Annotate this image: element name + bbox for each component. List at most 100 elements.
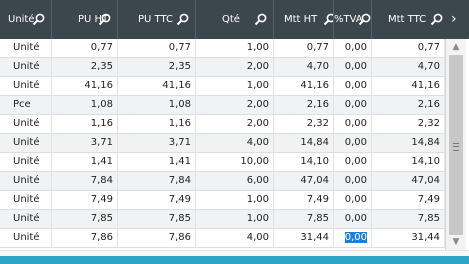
cell-pu-ht[interactable]: 3,71 (52, 134, 118, 153)
cell-mtt-ttc[interactable]: 0,77 (372, 39, 445, 58)
cell-unite[interactable]: Pce (0, 96, 52, 115)
cell-tva[interactable]: 0,00 (334, 58, 372, 77)
table-row[interactable]: Unité 1,41 1,41 10,00 14,10 0,00 14,10 (0, 153, 445, 172)
search-icon[interactable] (430, 13, 443, 26)
cell-pu-ht[interactable]: 0,77 (52, 39, 118, 58)
search-icon[interactable] (32, 13, 45, 26)
cell-qte[interactable]: 10,00 (196, 153, 274, 172)
cell-mtt-ttc[interactable]: 2,32 (372, 115, 445, 134)
cell-qte[interactable]: 6,00 (196, 172, 274, 191)
cell-tva[interactable]: 0,00 (334, 77, 372, 96)
cell-tva[interactable]: 0,00 (334, 229, 372, 248)
search-icon[interactable] (358, 13, 371, 26)
cell-pu-ht[interactable]: 7,84 (52, 172, 118, 191)
column-header-mtt-ttc[interactable]: Mtt TTC (372, 0, 445, 39)
cell-mtt-ht[interactable]: 41,16 (274, 77, 334, 96)
cell-pu-ttc[interactable]: 1,08 (118, 96, 196, 115)
cell-pu-ht[interactable]: 7,85 (52, 210, 118, 229)
cell-pu-ht[interactable]: 2,35 (52, 58, 118, 77)
cell-pu-ttc[interactable]: 41,16 (118, 77, 196, 96)
cell-mtt-ht[interactable]: 47,04 (274, 172, 334, 191)
cell-qte[interactable]: 2,00 (196, 115, 274, 134)
cell-unite[interactable]: Unité (0, 172, 52, 191)
cell-pu-ht[interactable]: 1,08 (52, 96, 118, 115)
cell-mtt-ht[interactable]: 14,10 (274, 153, 334, 172)
cell-unite[interactable]: Unité (0, 191, 52, 210)
cell-tva[interactable]: 0,00 (334, 39, 372, 58)
cell-mtt-ttc[interactable]: 7,85 (372, 210, 445, 229)
cell-tva[interactable]: 0,00 (334, 115, 372, 134)
cell-pu-ttc[interactable]: 3,71 (118, 134, 196, 153)
cell-qte[interactable]: 4,00 (196, 229, 274, 248)
cell-unite[interactable]: Unité (0, 39, 52, 58)
cell-mtt-ht[interactable]: 31,44 (274, 229, 334, 248)
cell-mtt-ht[interactable]: 0,77 (274, 39, 334, 58)
cell-unite[interactable]: Unité (0, 77, 52, 96)
scroll-thumb[interactable] (449, 55, 463, 235)
table-row[interactable]: Unité 3,71 3,71 4,00 14,84 0,00 14,84 (0, 134, 445, 153)
search-icon[interactable] (254, 13, 267, 26)
cell-unite[interactable]: Unité (0, 229, 52, 248)
cell-pu-ttc[interactable]: 7,85 (118, 210, 196, 229)
chevron-down-icon[interactable]: ▼ (448, 235, 464, 249)
cell-pu-ht[interactable]: 7,86 (52, 229, 118, 248)
cell-qte[interactable]: 1,00 (196, 210, 274, 229)
cell-mtt-ttc[interactable]: 47,04 (372, 172, 445, 191)
cell-mtt-ht[interactable]: 7,49 (274, 191, 334, 210)
table-row[interactable]: Unité 0,77 0,77 1,00 0,77 0,00 0,77 (0, 39, 445, 58)
cell-mtt-ttc[interactable]: 2,16 (372, 96, 445, 115)
cell-qte[interactable]: 1,00 (196, 77, 274, 96)
cell-pu-ttc[interactable]: 2,35 (118, 58, 196, 77)
table-row[interactable]: Pce 1,08 1,08 2,00 2,16 0,00 2,16 (0, 96, 445, 115)
cell-tva[interactable]: 0,00 (334, 153, 372, 172)
search-icon[interactable] (98, 13, 111, 26)
header-more-button[interactable]: › (445, 0, 469, 39)
cell-pu-ht[interactable]: 1,16 (52, 115, 118, 134)
column-header-pu-ttc[interactable]: PU TTC (118, 0, 196, 39)
cell-unite[interactable]: Unité (0, 134, 52, 153)
cell-unite[interactable]: Unité (0, 115, 52, 134)
cell-pu-ht[interactable]: 7,49 (52, 191, 118, 210)
column-header-mtt-ht[interactable]: Mtt HT (274, 0, 334, 39)
cell-mtt-ttc[interactable]: 31,44 (372, 229, 445, 248)
cell-pu-ttc[interactable]: 1,16 (118, 115, 196, 134)
table-row[interactable]: Unité 7,85 7,85 1,00 7,85 0,00 7,85 (0, 210, 445, 229)
cell-pu-ttc[interactable]: 1,41 (118, 153, 196, 172)
cell-qte[interactable]: 4,00 (196, 134, 274, 153)
cell-mtt-ht[interactable]: 4,70 (274, 58, 334, 77)
cell-pu-ttc[interactable]: 7,49 (118, 191, 196, 210)
cell-qte[interactable]: 1,00 (196, 191, 274, 210)
cell-mtt-ht[interactable]: 7,85 (274, 210, 334, 229)
cell-unite[interactable]: Unité (0, 153, 52, 172)
cell-mtt-ttc[interactable]: 41,16 (372, 77, 445, 96)
search-icon[interactable] (323, 13, 334, 26)
column-header-unite[interactable]: Unité (0, 0, 52, 39)
column-header-pu-ht[interactable]: PU HT (52, 0, 118, 39)
cell-qte[interactable]: 2,00 (196, 58, 274, 77)
cell-unite[interactable]: Unité (0, 210, 52, 229)
search-icon[interactable] (176, 13, 189, 26)
cell-mtt-ttc[interactable]: 4,70 (372, 58, 445, 77)
cell-tva[interactable]: 0,00 (334, 172, 372, 191)
table-row[interactable]: Unité 7,86 7,86 4,00 31,44 0,00 31,44 (0, 229, 445, 248)
cell-pu-ht[interactable]: 41,16 (52, 77, 118, 96)
cell-tva[interactable]: 0,00 (334, 96, 372, 115)
cell-mtt-ttc[interactable]: 14,84 (372, 134, 445, 153)
table-row[interactable]: Unité 1,16 1,16 2,00 2,32 0,00 2,32 (0, 115, 445, 134)
vertical-scrollbar[interactable]: ▲ ▼ (445, 39, 466, 250)
cell-tva[interactable]: 0,00 (334, 210, 372, 229)
cell-pu-ttc[interactable]: 0,77 (118, 39, 196, 58)
cell-qte[interactable]: 2,00 (196, 96, 274, 115)
table-row[interactable]: Unité 41,16 41,16 1,00 41,16 0,00 41,16 (0, 77, 445, 96)
cell-tva[interactable]: 0,00 (334, 191, 372, 210)
cell-mtt-ht[interactable]: 2,16 (274, 96, 334, 115)
selected-text[interactable]: 0,00 (344, 232, 367, 243)
column-header-tva[interactable]: %TVA (334, 0, 372, 39)
table-row[interactable]: Unité 7,49 7,49 1,00 7,49 0,00 7,49 (0, 191, 445, 210)
table-row[interactable]: Unité 2,35 2,35 2,00 4,70 0,00 4,70 (0, 58, 445, 77)
cell-tva[interactable]: 0,00 (334, 134, 372, 153)
table-row[interactable]: Unité 7,84 7,84 6,00 47,04 0,00 47,04 (0, 172, 445, 191)
cell-mtt-ht[interactable]: 14,84 (274, 134, 334, 153)
cell-pu-ttc[interactable]: 7,86 (118, 229, 196, 248)
chevron-up-icon[interactable]: ▲ (448, 40, 464, 54)
